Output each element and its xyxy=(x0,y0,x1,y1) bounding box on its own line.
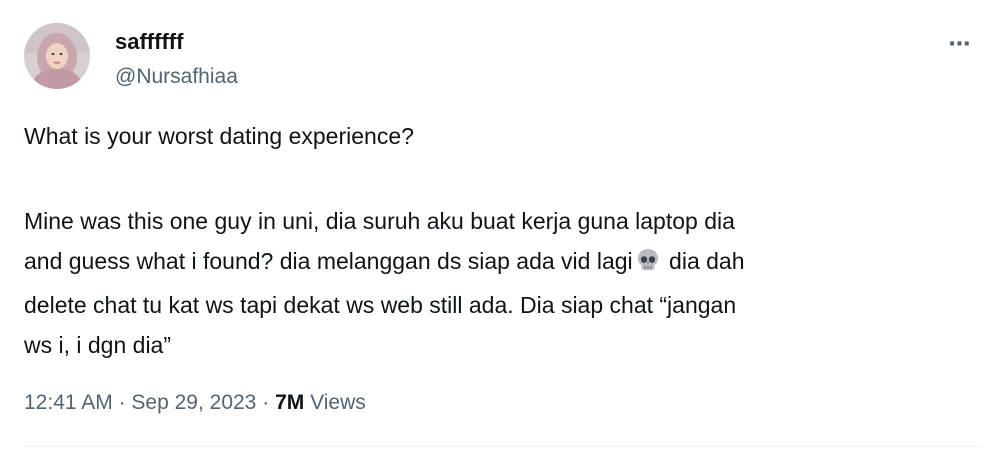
tweet-body: Mine was this one guy in uni, dia suruh … xyxy=(24,201,964,365)
user-handle[interactable]: @Nursafhiaa xyxy=(115,63,238,91)
tweet-line: ws i, i dgn dia” xyxy=(24,332,172,358)
more-options-button[interactable]: ⋯ xyxy=(940,28,980,60)
views-count: 7M xyxy=(275,391,305,414)
meta-separator: · xyxy=(262,391,270,414)
display-name[interactable]: saffffff xyxy=(115,28,183,56)
tweet-line: delete chat tu kat ws tapi dekat ws web … xyxy=(24,292,737,318)
meta-separator: · xyxy=(118,391,126,414)
skull-icon xyxy=(635,245,661,285)
more-icon: ⋯ xyxy=(948,31,972,56)
avatar[interactable] xyxy=(24,23,90,89)
tweet-card: saffffff @Nursafhiaa ⋯ What is your wors… xyxy=(0,0,1000,450)
tweet-date-link[interactable]: Sep 29, 2023 xyxy=(131,391,256,414)
tweet-line-text: and guess what i found? dia melanggan ds… xyxy=(24,248,633,274)
tweet-line: and guess what i found? dia melanggan ds… xyxy=(24,241,964,285)
tweet-question: What is your worst dating experience? xyxy=(24,123,414,149)
tweet-line: Mine was this one guy in uni, dia suruh … xyxy=(24,208,735,234)
tweet-time-link[interactable]: 12:41 AM xyxy=(24,391,113,414)
tweet-meta: 12:41 AM · Sep 29, 2023 · 7M Views xyxy=(24,389,366,417)
divider xyxy=(24,446,980,447)
tweet-line-text: dia dah xyxy=(669,248,745,274)
views-label: Views xyxy=(310,391,366,414)
avatar-image xyxy=(24,23,90,89)
